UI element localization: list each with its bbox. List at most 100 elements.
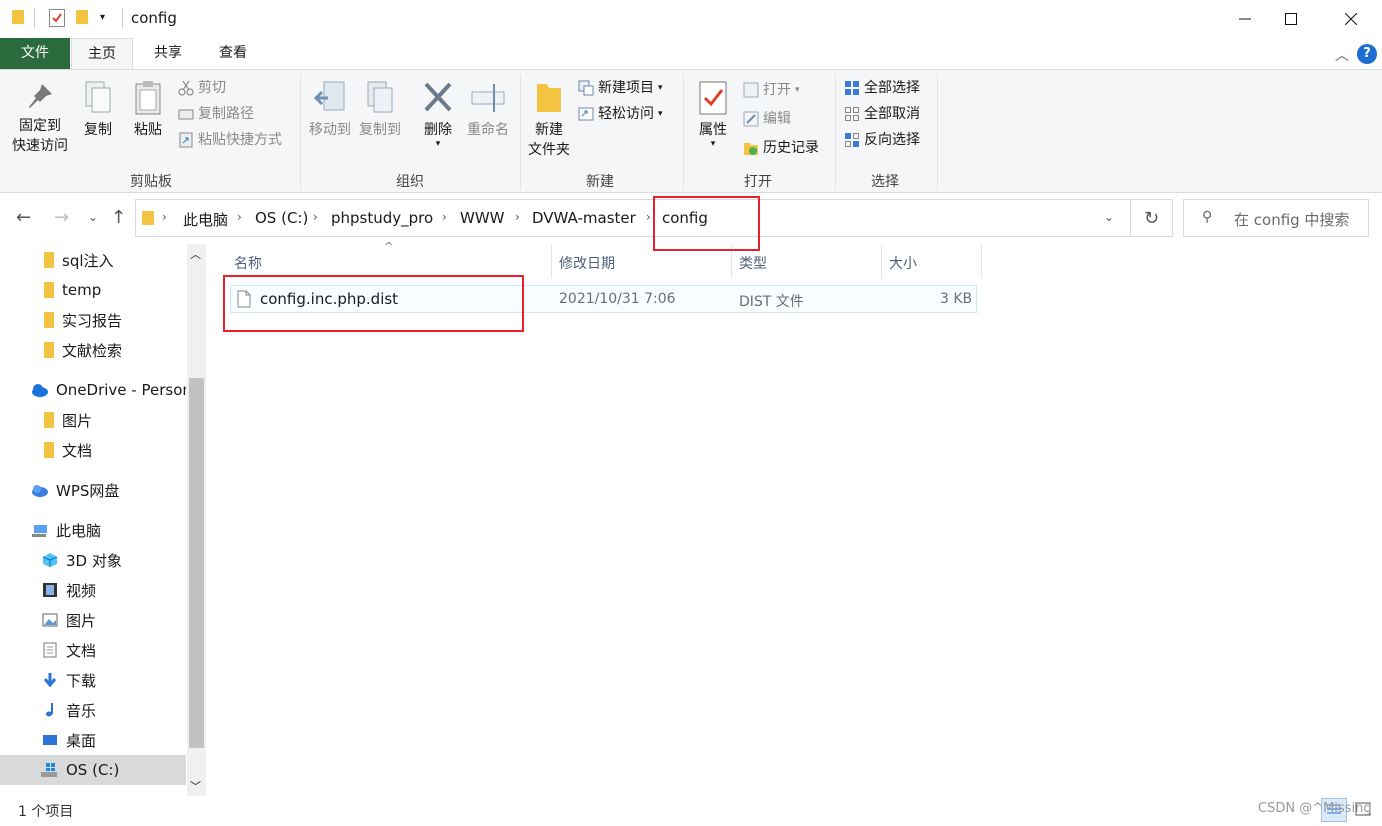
nav-item-onedrive-pictures[interactable]: 图片 xyxy=(0,405,186,435)
tab-home[interactable]: 主页 xyxy=(71,38,133,70)
open-button[interactable]: 打开 ▾ xyxy=(743,78,800,102)
new-folder-button[interactable]: 新建 文件夹 xyxy=(524,80,574,160)
nav-item-music[interactable]: 音乐 xyxy=(0,695,186,725)
edit-button[interactable]: 编辑 xyxy=(743,107,791,131)
divider xyxy=(34,8,35,28)
chevron-right-icon[interactable]: › xyxy=(162,210,167,224)
column-divider[interactable] xyxy=(881,244,882,278)
folder-icon xyxy=(12,10,24,24)
select-none-button[interactable]: 全部取消 xyxy=(844,102,920,126)
chevron-right-icon[interactable]: › xyxy=(313,210,318,224)
column-divider[interactable] xyxy=(551,244,552,278)
nav-item-3d-objects[interactable]: 3D 对象 xyxy=(0,545,186,575)
cut-button[interactable]: 剪切 xyxy=(178,76,226,100)
minimize-button[interactable] xyxy=(1222,0,1268,38)
close-button[interactable] xyxy=(1328,0,1374,38)
column-header-modified[interactable]: 修改日期 xyxy=(559,253,615,273)
nav-item-desktop[interactable]: 桌面 xyxy=(0,725,186,755)
scrollbar-thumb[interactable] xyxy=(189,378,204,748)
nav-item-downloads[interactable]: 下载 xyxy=(0,665,186,695)
nav-label: 文档 xyxy=(66,641,97,660)
back-arrow-icon[interactable]: ← xyxy=(16,207,31,228)
new-item-button[interactable]: 新建项目 ▾ xyxy=(578,76,663,100)
scroll-down-icon[interactable]: ﹀ xyxy=(190,778,201,794)
copy-button[interactable]: 复制 xyxy=(78,80,118,140)
copy-to-button[interactable]: 复制到 xyxy=(356,80,404,140)
delete-button[interactable]: 删除 ▾ xyxy=(418,80,458,149)
tab-file[interactable]: 文件 xyxy=(0,38,70,69)
breadcrumb-phpstudy[interactable]: phpstudy_pro xyxy=(331,209,433,227)
invert-selection-button[interactable]: 反向选择 xyxy=(844,128,920,152)
help-icon[interactable]: ? xyxy=(1357,44,1377,64)
shortcut-icon xyxy=(178,132,194,148)
address-bar[interactable]: › 此电脑 › OS (C:) › phpstudy_pro › WWW › D… xyxy=(135,199,1131,237)
chevron-right-icon[interactable]: › xyxy=(237,210,242,224)
customize-dropdown-icon[interactable]: ▾ xyxy=(100,12,105,23)
windows-drive-icon xyxy=(40,762,58,778)
nav-item-videos[interactable]: 视频 xyxy=(0,575,186,605)
properties-button[interactable]: 属性 ▾ xyxy=(692,80,734,149)
move-to-button[interactable]: 移动到 xyxy=(306,80,354,140)
breadcrumb-this-pc[interactable]: 此电脑 xyxy=(183,209,228,230)
nav-label: OS (C:) xyxy=(66,761,120,779)
column-header-size[interactable]: 大小 xyxy=(889,253,917,273)
group-divider xyxy=(683,74,684,190)
nav-item-internship-report[interactable]: 实习报告 xyxy=(0,305,186,335)
properties-icon[interactable] xyxy=(49,9,65,27)
address-history-chevron-icon[interactable]: ⌄ xyxy=(1104,210,1114,224)
invert-selection-icon xyxy=(844,132,860,148)
tab-view[interactable]: 查看 xyxy=(205,38,261,69)
select-all-button[interactable]: 全部选择 xyxy=(844,76,920,100)
column-header-name[interactable]: 名称 xyxy=(234,253,262,273)
nav-label: 文献检索 xyxy=(62,341,123,360)
paste-shortcut-button[interactable]: 粘贴快捷方式 xyxy=(178,128,282,152)
nav-item-literature[interactable]: 文献检索 xyxy=(0,335,186,365)
search-box[interactable]: ⚲ 在 config 中搜索 xyxy=(1183,199,1369,237)
up-arrow-icon[interactable]: ↑ xyxy=(111,207,126,228)
nav-item-temp[interactable]: temp xyxy=(0,275,186,305)
desktop-icon xyxy=(42,732,58,748)
properties-dropdown-icon[interactable]: ▾ xyxy=(692,140,734,149)
nav-item-os-drive[interactable]: OS (C:) xyxy=(0,755,186,785)
chevron-right-icon[interactable]: › xyxy=(442,210,447,224)
pin-to-quick-access-button[interactable]: 固定到 快速访问 xyxy=(6,80,74,156)
chevron-right-icon[interactable]: › xyxy=(646,210,651,224)
history-button[interactable]: 历史记录 xyxy=(743,136,819,160)
nav-item-wps-drive[interactable]: WPS网盘 xyxy=(0,475,186,505)
paste-button[interactable]: 粘贴 xyxy=(128,80,168,140)
breadcrumb-drive[interactable]: OS (C:) xyxy=(255,209,308,227)
status-item-count: 1 个项目 xyxy=(18,804,74,820)
nav-item-pictures[interactable]: 图片 xyxy=(0,605,186,635)
breadcrumb-www[interactable]: WWW xyxy=(460,209,505,227)
recent-locations-chevron-icon[interactable]: ⌄ xyxy=(88,210,98,224)
nav-item-sql[interactable]: sql注入 xyxy=(0,245,186,275)
select-all-icon xyxy=(844,80,860,96)
copy-path-button[interactable]: 复制路径 xyxy=(178,102,254,126)
nav-item-onedrive[interactable]: OneDrive - Personal xyxy=(0,375,186,405)
nav-item-onedrive-documents[interactable]: 文档 xyxy=(0,435,186,465)
column-header-type[interactable]: 类型 xyxy=(739,253,767,273)
nav-item-this-pc[interactable]: 此电脑 xyxy=(0,515,186,545)
copy-path-icon xyxy=(178,106,194,122)
chevron-right-icon[interactable]: › xyxy=(515,210,520,224)
scissors-icon xyxy=(178,80,194,96)
column-divider[interactable] xyxy=(981,244,982,278)
easy-access-button[interactable]: 轻松访问 ▾ xyxy=(578,102,663,126)
forward-arrow-icon[interactable]: → xyxy=(54,207,69,228)
tab-share[interactable]: 共享 xyxy=(140,38,196,69)
rename-button[interactable]: 重命名 xyxy=(464,80,512,140)
paste-icon xyxy=(132,80,164,116)
collapse-ribbon-icon[interactable]: ︿ xyxy=(1335,45,1349,65)
refresh-button[interactable]: ↻ xyxy=(1131,199,1173,237)
nav-item-documents[interactable]: 文档 xyxy=(0,635,186,665)
new-item-icon xyxy=(578,80,594,96)
folder-icon xyxy=(44,282,54,298)
breadcrumb-dvwa[interactable]: DVWA-master xyxy=(532,209,636,227)
invert-selection-label: 反向选择 xyxy=(864,132,920,148)
delete-dropdown-icon[interactable]: ▾ xyxy=(418,140,458,149)
new-folder-label-1: 新建 xyxy=(535,122,563,138)
new-folder-icon[interactable] xyxy=(76,10,88,24)
scroll-up-icon[interactable]: ︿ xyxy=(190,246,201,262)
maximize-button[interactable] xyxy=(1268,0,1314,38)
folder-icon xyxy=(44,342,54,358)
